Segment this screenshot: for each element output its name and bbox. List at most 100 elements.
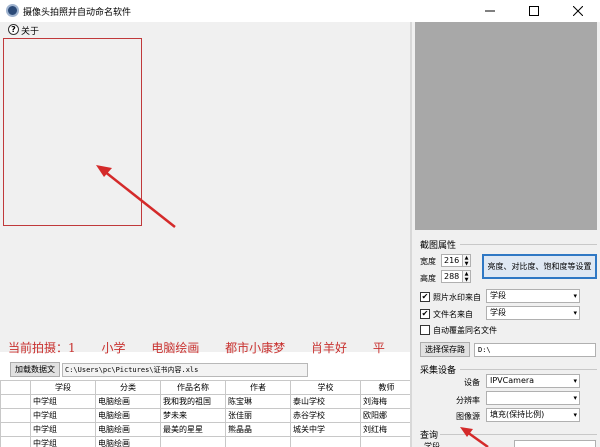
maximize-button[interactable] [512,0,556,22]
current-capture-status: 当前拍摄：1 小学 电脑绘画 都市小康梦 肖羊好 平 [8,339,410,354]
column-header[interactable]: 分类 [95,380,161,395]
column-header[interactable]: 学校 [290,380,361,395]
table-cell: 最美的星星 [160,422,226,437]
status-item: 小学 [101,341,126,354]
table-cell: 中学组 [30,408,96,423]
table-cell: 电脑绘画 [95,408,161,423]
status-prefix: 当前拍摄：1 [8,341,76,354]
status-item: 平 [372,341,385,354]
chevron-down-icon: ▾ [573,292,577,300]
camera-live-view [415,22,597,230]
column-header[interactable]: 作品名称 [160,380,226,395]
arrow-annotation-query [460,427,489,447]
resolution-label: 分辨率 [456,396,480,405]
table-row[interactable]: 中学组 电脑绘画 我和我的祖国 陈宝琳 泰山学校 刘海梅 [0,394,413,409]
save-path-field[interactable]: D:\ [474,343,596,357]
table-cell: 电脑绘画 [95,422,161,437]
panel-divider[interactable] [410,22,412,447]
table-cell: 城关中学 [290,422,361,437]
table-cell: 刘红梅 [360,422,413,437]
column-header[interactable]: 作者 [225,380,291,395]
minimize-button[interactable] [468,0,512,22]
maximize-icon [529,6,539,16]
chevron-down-icon: ▾ [573,394,577,402]
table-row[interactable]: 中学组 电脑绘画 [0,436,413,447]
table-cell: 欧阳娜 [360,408,413,423]
width-spinner[interactable]: ▲ ▼ [463,254,471,267]
watermark-label: 照片水印来自 [433,293,481,302]
table-cell [160,436,226,447]
table-row[interactable]: 中学组 电脑绘画 最美的星星 熊晶晶 城关中学 刘红梅 [0,422,413,437]
close-button[interactable] [556,0,600,22]
filename-source-select[interactable]: 学段 ▾ [486,306,580,320]
width-input[interactable]: 216 [441,254,463,267]
table-cell: 梦未来 [160,408,226,423]
status-item: 肖羊好 [311,341,348,354]
chevron-down-icon: ▾ [573,377,577,385]
column-header[interactable]: 学段 [30,380,96,395]
close-icon [573,6,583,16]
filename-checkbox[interactable]: ✔ [420,309,430,319]
status-item: 电脑绘画 [151,341,200,354]
table-cell: 中学组 [30,422,96,437]
watermark-source-select[interactable]: 学段 ▾ [486,289,580,303]
table-cell: 中学组 [30,436,96,447]
device-select[interactable]: IPVCamera ▾ [486,374,580,388]
watermark-checkbox[interactable]: ✔ [420,292,430,302]
column-header[interactable] [0,380,31,395]
chevron-down-icon: ▾ [573,411,577,419]
app-camera-icon [6,4,19,17]
menu-item-about[interactable]: 关于 [21,24,39,37]
table-cell: 刘海梅 [360,394,413,409]
table-cell [0,436,31,447]
brightness-contrast-settings-button[interactable]: 亮度、对比度、饱和度等设置 [482,254,597,279]
choose-save-path-button[interactable]: 选择保存路 [420,342,470,357]
image-props-group-label: 截图属性 [420,241,457,251]
height-label: 高度 [420,274,436,283]
arrow-annotation-preview [96,165,176,228]
capture-group-label: 采集设备 [420,366,457,376]
table-cell: 我和我的祖国 [160,394,226,409]
table-cell: 张佳丽 [225,408,291,423]
data-table: 学段 分类 作品名称 作者 学校 教师 中学组 电脑绘画 我和我的祖国 陈宝琳 … [0,380,413,447]
table-header-row: 学段 分类 作品名称 作者 学校 教师 [0,380,413,395]
overwrite-checkbox[interactable] [420,325,430,335]
height-spinner[interactable]: ▲ ▼ [463,270,471,283]
table-cell: 泰山学校 [290,394,361,409]
table-cell [0,394,31,409]
device-value: IPVCamera [490,376,535,385]
image-source-select[interactable]: 填充(保持比例) ▾ [486,408,580,422]
data-file-path-field[interactable]: C:\Users\pc\Pictures\证书内容.xls [62,363,308,377]
filename-source-value: 学段 [490,308,506,317]
table-cell [0,422,31,437]
menu-bar [0,22,412,37]
column-header[interactable]: 教师 [360,380,413,395]
table-cell: 电脑绘画 [95,394,161,409]
resolution-select[interactable]: ▾ [486,391,580,405]
group-separator [460,244,597,245]
table-cell: 陈宝琳 [225,394,291,409]
group-separator [460,369,597,370]
minimize-icon [485,10,495,12]
device-label: 设备 [464,378,480,387]
help-icon[interactable]: ? [8,24,19,35]
query-field-label: 学段 [424,442,440,447]
chevron-down-icon: ▾ [573,309,577,317]
query-group-label: 查询 [420,431,439,441]
filename-label: 文件名来自 [433,310,473,319]
table-cell [290,436,361,447]
query-input[interactable] [514,440,596,447]
watermark-source-value: 学段 [490,291,506,300]
height-input[interactable]: 288 [441,270,463,283]
table-cell: 赤谷学校 [290,408,361,423]
overwrite-label: 自动覆盖同名文件 [433,326,497,335]
window-title: 摄像头拍照并自动命名软件 [23,8,132,18]
table-cell: 电脑绘画 [95,436,161,447]
table-cell: 熊晶晶 [225,422,291,437]
table-cell: 中学组 [30,394,96,409]
table-row[interactable]: 中学组 电脑绘画 梦未来 张佳丽 赤谷学校 欧阳娜 [0,408,413,423]
table-cell [0,408,31,423]
table-cell [225,436,291,447]
table-cell [360,436,413,447]
load-data-file-button[interactable]: 加载数据文 [10,362,60,377]
